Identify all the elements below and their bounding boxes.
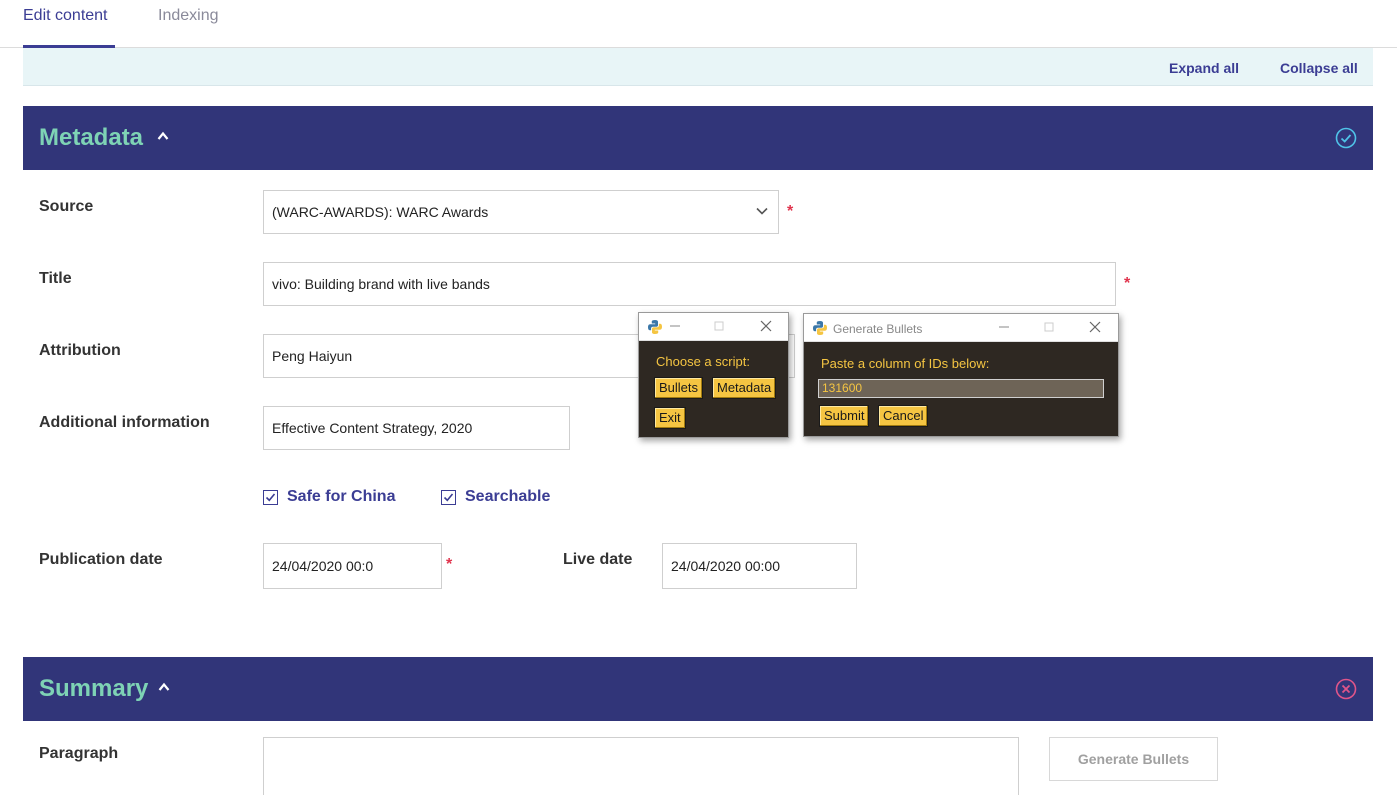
additional-info-label: Additional information (39, 414, 210, 431)
safe-for-china-checkbox[interactable]: Safe for China (263, 488, 395, 506)
metadata-title: Metadata (39, 124, 144, 151)
window-titlebar[interactable]: Generate Bullets (804, 314, 1118, 342)
submit-button[interactable]: Submit (819, 405, 870, 427)
title-label: Title (39, 270, 72, 287)
source-label: Source (39, 198, 94, 215)
generate-bullets-window: Generate Bullets Paste a column of IDs b… (803, 313, 1119, 437)
cancel-button[interactable]: Cancel (878, 405, 929, 427)
publication-date-label: Publication date (39, 551, 163, 568)
collapse-all-link[interactable]: Collapse all (1280, 60, 1358, 76)
source-select[interactable]: (WARC-AWARDS): WARC Awards (263, 190, 779, 234)
live-date-input[interactable]: 24/04/2020 00:00 (662, 543, 857, 589)
publication-date-input[interactable]: 24/04/2020 00:0 (263, 543, 442, 589)
safe-for-china-label: Safe for China (287, 488, 396, 505)
metadata-button[interactable]: Metadata (712, 377, 777, 399)
close-icon[interactable] (1088, 320, 1102, 334)
summary-section-header[interactable]: Summary (23, 657, 1373, 721)
chevron-up-icon (157, 131, 169, 140)
additional-info-input[interactable]: Effective Content Strategy, 2020 (263, 406, 570, 450)
chevron-up-icon (158, 682, 170, 691)
section-toolbar: Expand all Collapse all (23, 48, 1373, 86)
attribution-label: Attribution (39, 342, 121, 359)
close-icon[interactable] (759, 319, 773, 333)
python-icon (648, 320, 662, 334)
paragraph-label: Paragraph (39, 745, 119, 762)
source-value: (WARC-AWARDS): WARC Awards (272, 204, 489, 220)
tab-edit-content[interactable]: Edit content (23, 6, 115, 48)
exit-button[interactable]: Exit (654, 407, 686, 429)
paste-ids-prompt: Paste a column of IDs below: (821, 356, 990, 371)
window-titlebar[interactable] (639, 313, 788, 341)
check-circle-icon (1335, 127, 1357, 149)
script-chooser-window: Choose a script: Bullets Metadata Exit (638, 312, 789, 438)
title-value: vivo: Building brand with live bands (272, 276, 490, 292)
bullets-button[interactable]: Bullets (654, 377, 704, 399)
required-marker: * (446, 556, 453, 573)
tab-indexing[interactable]: Indexing (158, 6, 219, 48)
required-marker: * (787, 203, 794, 220)
title-input[interactable]: vivo: Building brand with live bands (263, 262, 1116, 306)
searchable-label: Searchable (465, 488, 551, 505)
attribution-value: Peng Haiyun (272, 348, 353, 364)
metadata-section-header[interactable]: Metadata (23, 106, 1373, 170)
ids-input[interactable]: 131600 (818, 379, 1104, 398)
additional-info-value: Effective Content Strategy, 2020 (272, 420, 473, 436)
generate-bullets-button[interactable]: Generate Bullets (1049, 737, 1218, 781)
required-marker: * (1124, 275, 1131, 292)
summary-title: Summary (39, 675, 149, 702)
tab-bar: Edit content Indexing (0, 0, 1397, 48)
searchable-checkbox[interactable]: Searchable (441, 488, 550, 506)
minimize-icon[interactable] (997, 320, 1011, 334)
live-date-label: Live date (563, 551, 633, 568)
publication-date-value: 24/04/2020 00:0 (272, 558, 374, 574)
checkbox-checked-icon (263, 489, 278, 505)
live-date-value: 24/04/2020 00:00 (671, 558, 780, 574)
maximize-icon[interactable] (1042, 320, 1056, 334)
x-circle-icon (1335, 678, 1357, 700)
minimize-icon[interactable] (668, 319, 682, 333)
expand-all-link[interactable]: Expand all (1169, 60, 1239, 76)
chevron-down-icon (756, 207, 768, 215)
checkbox-checked-icon (441, 489, 456, 505)
choose-script-prompt: Choose a script: (656, 354, 750, 369)
maximize-icon[interactable] (712, 319, 726, 333)
window-title: Generate Bullets (833, 322, 923, 336)
paragraph-textarea[interactable] (263, 737, 1019, 795)
python-icon (813, 321, 827, 335)
